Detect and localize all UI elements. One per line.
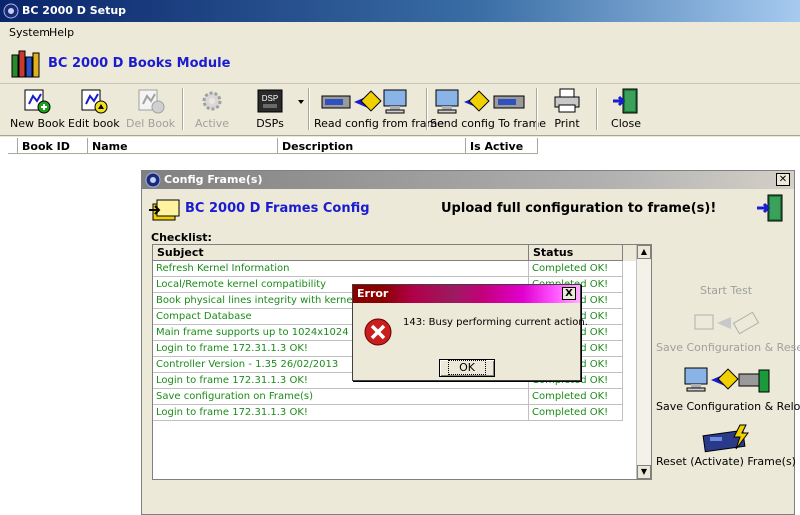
- dsp-chip-text: DSP: [262, 94, 278, 103]
- app-icon: [145, 172, 161, 188]
- app-icon: [3, 3, 19, 19]
- toolbar-separator: [308, 88, 310, 130]
- reset-activate-frames-label: Reset (Activate) Frame(s): [656, 455, 796, 468]
- edit-book-icon: [81, 89, 108, 114]
- read-config-label: Read config from frame: [314, 117, 445, 130]
- exit-door-icon[interactable]: [756, 194, 784, 222]
- table-row[interactable]: Refresh Kernel Information Completed OK!: [153, 261, 623, 277]
- reset-frames-icon: [702, 424, 749, 453]
- menu-help[interactable]: Help: [49, 26, 74, 39]
- start-test-button[interactable]: Start Test: [656, 282, 796, 297]
- scroll-down-icon[interactable]: ▼: [637, 465, 651, 479]
- config-window-title: Config Frame(s): [164, 173, 263, 186]
- send-config-icon: [435, 89, 525, 114]
- del-book-button[interactable]: Del Book: [126, 86, 176, 134]
- dsps-button[interactable]: DSP DSPs: [248, 86, 292, 134]
- table-row[interactable]: Login to frame 172.31.1.3 OK!Completed O…: [153, 405, 623, 421]
- menu-bar: System Help: [0, 22, 800, 42]
- row-subject: Refresh Kernel Information: [153, 261, 529, 277]
- error-message: 143: Busy performing current action.: [403, 317, 588, 328]
- row-subject: Login to frame 172.31.1.3 OK!: [153, 405, 529, 421]
- config-titlebar: Config Frame(s) ✕: [142, 171, 794, 189]
- upload-message: Upload full configuration to frame(s)!: [441, 201, 717, 216]
- row-selector-header: [8, 138, 18, 154]
- active-label: Active: [194, 117, 230, 130]
- error-close-button[interactable]: X: [562, 287, 576, 300]
- menu-system[interactable]: System: [9, 26, 50, 39]
- activate-gear-icon: [202, 91, 222, 111]
- config-close-button[interactable]: ✕: [776, 173, 790, 186]
- error-dialog: Error X 143: Busy performing current act…: [352, 284, 588, 381]
- table-row[interactable]: Save configuration on Frame(s) Completed …: [153, 389, 623, 405]
- frames-config-icon: [149, 199, 180, 221]
- col-is-active[interactable]: Is Active: [466, 138, 538, 154]
- row-subject: Save configuration on Frame(s): [153, 389, 529, 405]
- frames-config-title: BC 2000 D Frames Config: [185, 201, 370, 216]
- dsps-label: DSPs: [256, 117, 284, 130]
- active-button[interactable]: Active: [190, 86, 234, 134]
- save-config-reload-label: Save Configuration & Reload: [656, 400, 800, 413]
- save-config-reset-label: Save Configuration & Reset: [656, 341, 800, 354]
- main-toolbar: New Book Edit book Del Book Active DSP D…: [0, 84, 800, 136]
- close-button[interactable]: Close: [604, 86, 648, 134]
- row-status: Completed OK!: [529, 389, 623, 405]
- save-reset-icon: [694, 311, 760, 335]
- edit-book-label: Edit book: [68, 117, 120, 130]
- new-book-label: New Book: [10, 117, 65, 130]
- checklist-header: Subject Status: [153, 245, 637, 261]
- checklist-scrollbar[interactable]: ▲ ▼: [636, 245, 651, 479]
- toolbar-separator: [536, 88, 538, 130]
- edit-book-button[interactable]: Edit book: [68, 86, 120, 134]
- save-config-reset-button[interactable]: Save Configuration & Reset: [656, 309, 800, 354]
- del-book-label: Del Book: [126, 117, 176, 130]
- window-title: BC 2000 D Setup: [22, 4, 127, 17]
- printer-icon: [554, 88, 580, 113]
- col-name[interactable]: Name: [88, 138, 278, 154]
- new-book-button[interactable]: New Book: [10, 86, 65, 134]
- module-header: BC 2000 D Books Module: [0, 42, 800, 84]
- dsp-chip-icon: DSP: [257, 89, 283, 113]
- read-config-button[interactable]: Read config from frame: [314, 86, 445, 134]
- checklist-label: Checklist:: [151, 231, 212, 244]
- ok-button[interactable]: OK: [439, 359, 495, 377]
- error-titlebar: Error X: [353, 285, 580, 303]
- col-book-id[interactable]: Book ID: [18, 138, 88, 154]
- error-title: Error: [357, 287, 389, 300]
- scroll-up-icon[interactable]: ▲: [637, 245, 651, 259]
- new-book-icon: [24, 89, 51, 114]
- send-config-button[interactable]: Send config To frame: [430, 86, 547, 134]
- toolbar-separator: [426, 88, 428, 130]
- toolbar-separator: [182, 88, 184, 130]
- toolbar-separator: [596, 88, 598, 130]
- main-titlebar: BC 2000 D Setup: [0, 0, 800, 22]
- exit-door-icon: [613, 88, 638, 114]
- close-label: Close: [611, 117, 641, 130]
- error-icon: [364, 318, 392, 346]
- print-label: Print: [554, 117, 580, 130]
- print-button[interactable]: Print: [546, 86, 588, 134]
- read-config-icon: [321, 89, 407, 114]
- ok-label: OK: [448, 360, 486, 375]
- save-reload-icon: [684, 367, 770, 393]
- col-description[interactable]: Description: [278, 138, 466, 154]
- row-status: Completed OK!: [529, 261, 623, 277]
- del-book-icon: [138, 89, 165, 114]
- col-status[interactable]: Status: [529, 245, 623, 261]
- dsps-dropdown-arrow-icon[interactable]: [298, 100, 304, 104]
- row-status: Completed OK!: [529, 405, 623, 421]
- col-subject[interactable]: Subject: [153, 245, 529, 261]
- start-test-label: Start Test: [699, 284, 753, 297]
- books-icon: [11, 50, 40, 78]
- reset-activate-frames-button[interactable]: Reset (Activate) Frame(s): [656, 423, 796, 468]
- save-config-reload-button[interactable]: Save Configuration & Reload: [656, 364, 800, 413]
- module-title: BC 2000 D Books Module: [48, 56, 231, 71]
- send-config-label: Send config To frame: [430, 117, 547, 130]
